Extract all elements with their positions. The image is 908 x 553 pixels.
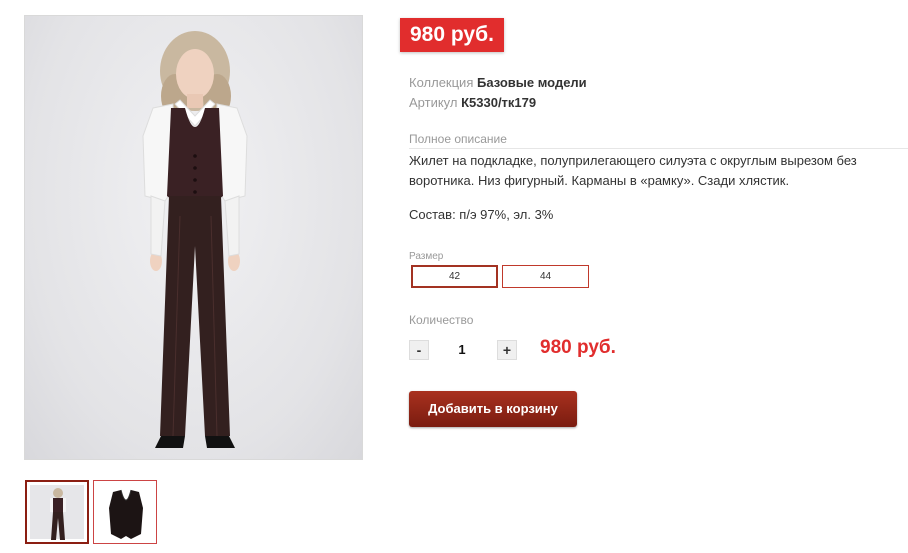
description-title: Полное описание <box>409 132 908 149</box>
quantity-value[interactable]: 1 <box>450 342 474 357</box>
add-to-cart-button[interactable]: Добавить в корзину <box>409 391 577 427</box>
thumbnail-1[interactable] <box>25 480 89 544</box>
thumbnail-model-figure <box>50 488 66 540</box>
sku-row: Артикул К5330/тк179 <box>409 95 536 110</box>
collection-label: Коллекция <box>409 75 474 90</box>
collection-value: Базовые модели <box>476 75 587 90</box>
product-description: Жилет на подкладке, полуприлегающего сил… <box>409 153 857 188</box>
face <box>176 49 214 99</box>
sku-label: Артикул <box>409 95 458 110</box>
thumbnail-vest-image <box>109 489 143 539</box>
model-figure <box>142 31 248 448</box>
sku-value: К5330/тк179 <box>461 95 537 110</box>
product-main-image[interactable] <box>24 15 363 460</box>
total-price: 980 руб. <box>540 337 616 358</box>
product-composition: Состав: п/э 97%, эл. 3% <box>409 207 554 222</box>
size-option-44[interactable]: 44 <box>502 265 589 288</box>
collection-row: Коллекция Базовые модели <box>409 75 587 90</box>
size-option-42[interactable]: 42 <box>411 265 498 288</box>
quantity-increase-button[interactable]: + <box>497 340 517 360</box>
quantity-label: Количество <box>409 313 474 327</box>
thumbnail-2[interactable] <box>93 480 157 544</box>
trousers <box>160 196 230 436</box>
price-badge: 980 руб. <box>400 18 504 52</box>
size-label: Размер <box>409 251 444 262</box>
quantity-decrease-button[interactable]: - <box>409 340 429 360</box>
